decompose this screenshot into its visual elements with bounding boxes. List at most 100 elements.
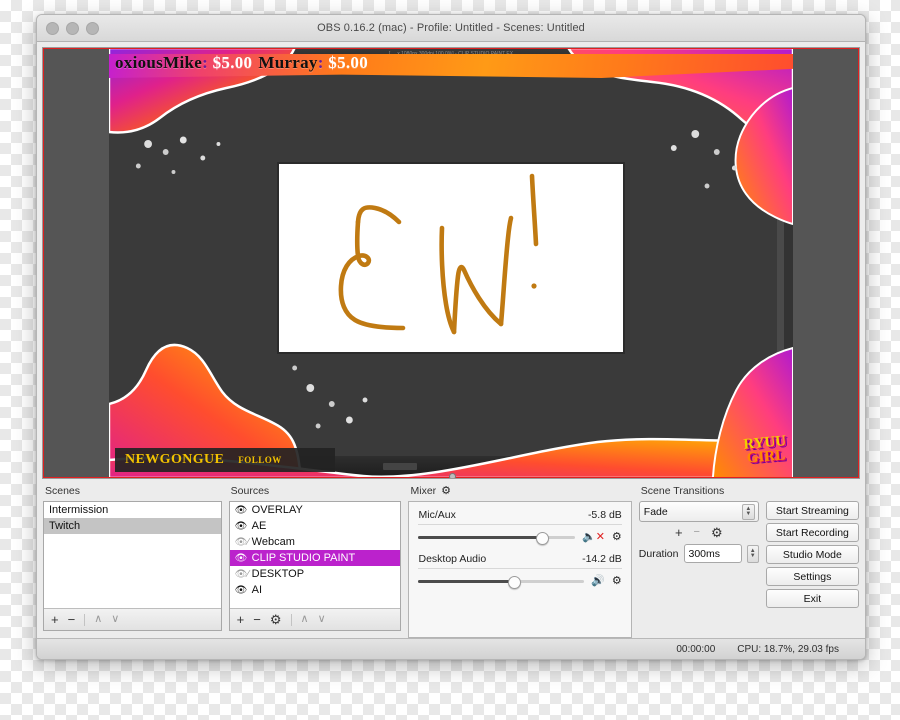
- mic-aux-gear-icon[interactable]: ⚙: [612, 532, 622, 543]
- eye-icon[interactable]: 👁: [235, 553, 248, 564]
- controls-panel: Start Streaming Start Recording Studio M…: [765, 485, 859, 608]
- mixer-channel-mic-aux: Mic/Aux -5.8 dB 🔈✕ ⚙: [418, 509, 622, 545]
- desktop-audio-volume-slider[interactable]: [418, 576, 585, 589]
- channel-level: -5.8 dB: [587, 509, 622, 521]
- eye-icon[interactable]: 👁: [235, 521, 248, 532]
- ticker-colon-one: :: [202, 53, 209, 72]
- window-controls[interactable]: [37, 21, 99, 35]
- duration-stepper[interactable]: ▲ ▼: [746, 544, 759, 563]
- add-scene-button[interactable]: +: [51, 613, 59, 626]
- lower-third-banner: NEWGONGUE FOLLOW: [115, 448, 335, 472]
- transition-selected-value: Fade: [643, 505, 668, 518]
- desktop-audio-speaker-icon[interactable]: 🔊: [591, 576, 605, 587]
- transition-select[interactable]: Fade ▲ ▼: [638, 501, 759, 522]
- scenes-list[interactable]: Intermission Twitch: [44, 502, 221, 608]
- donation-ticker: oxiousMike: $5.00 Murray: $5.00: [109, 48, 793, 78]
- stream-output-stage: [ ... x 1080px 300dpi 100.0%] - CLIP STU…: [109, 48, 793, 478]
- scene-label: Intermission: [49, 504, 109, 516]
- scene-item-intermission[interactable]: Intermission: [44, 502, 221, 518]
- remove-transition-button[interactable]: −: [694, 527, 700, 538]
- logo-line-two: GIRL: [746, 447, 786, 467]
- scenes-listbox[interactable]: Intermission Twitch + − ∧ ∨: [43, 501, 222, 631]
- start-streaming-button[interactable]: Start Streaming: [765, 501, 859, 520]
- eye-off-icon[interactable]: 👁∕: [235, 569, 249, 580]
- settings-button[interactable]: Settings: [765, 567, 859, 586]
- letterbox-right: [793, 48, 859, 478]
- eye-off-icon[interactable]: 👁∕: [235, 537, 249, 548]
- mixer-title-row: Mixer ⚙: [410, 485, 631, 497]
- source-item-desktop[interactable]: 👁∕ DESKTOP: [230, 566, 401, 582]
- sources-toolbar[interactable]: + − ⚙ ∧ ∨: [229, 608, 401, 630]
- dock-panels: Scenes Intermission Twitch + − ∧ ∨ Sourc…: [37, 479, 865, 638]
- chevron-updown-icon[interactable]: ▲ ▼: [741, 504, 755, 520]
- source-label: AI: [251, 584, 263, 596]
- move-scene-down-button[interactable]: ∨: [111, 614, 119, 625]
- ticker-amount-two: $5.00: [328, 53, 369, 72]
- duration-row: Duration 300ms ▲ ▼: [639, 544, 759, 563]
- source-label: DESKTOP: [251, 568, 305, 580]
- source-label: Webcam: [251, 536, 295, 548]
- resize-handle-bottom-center[interactable]: [449, 473, 456, 478]
- studio-mode-button[interactable]: Studio Mode: [765, 545, 859, 564]
- mixer-channel-controls: 🔊 ⚙: [418, 576, 622, 589]
- drawing-ew: [338, 173, 539, 335]
- channel-name: Desktop Audio: [418, 553, 487, 565]
- source-properties-gear-icon[interactable]: ⚙: [270, 613, 282, 626]
- add-transition-button[interactable]: +: [675, 526, 683, 539]
- scene-item-twitch[interactable]: Twitch: [44, 518, 221, 534]
- scenes-toolbar[interactable]: + − ∧ ∨: [44, 608, 221, 630]
- mixer-settings-gear-icon[interactable]: ⚙: [441, 485, 451, 497]
- follow-label: FOLLOW: [238, 455, 282, 465]
- preview-canvas[interactable]: [ ... x 1080px 300dpi 100.0%] - CLIP STU…: [42, 47, 860, 479]
- remove-scene-button[interactable]: −: [68, 613, 76, 626]
- duration-label: Duration: [638, 547, 679, 560]
- close-button[interactable]: [46, 21, 59, 35]
- title-bar: OBS 0.16.2 (mac) - Profile: Untitled - S…: [37, 15, 865, 42]
- eye-icon[interactable]: 👁: [235, 585, 248, 596]
- remove-source-button[interactable]: −: [253, 613, 261, 626]
- sources-panel: Sources 👁 OVERLAY 👁 AE 👁∕ Webcam 👁 CLIP …: [228, 485, 402, 631]
- scenes-title: Scenes: [45, 485, 81, 497]
- source-item-ai[interactable]: 👁 AI: [230, 582, 401, 598]
- source-item-ae[interactable]: 👁 AE: [230, 518, 401, 534]
- performance-stats: CPU: 18.7%, 29.03 fps: [737, 643, 839, 655]
- transitions-toolbar[interactable]: + − ⚙: [639, 526, 759, 539]
- source-label: OVERLAY: [251, 504, 303, 516]
- ticker-amount-one: $5.00: [212, 53, 253, 72]
- sources-listbox[interactable]: 👁 OVERLAY 👁 AE 👁∕ Webcam 👁 CLIP STUDIO P…: [228, 501, 402, 631]
- start-recording-button[interactable]: Start Recording: [765, 523, 859, 542]
- zoom-button[interactable]: [86, 21, 99, 35]
- transition-properties-gear-icon[interactable]: ⚙: [711, 526, 723, 539]
- captured-app-scrollbar: [777, 60, 784, 456]
- obs-window: OBS 0.16.2 (mac) - Profile: Untitled - S…: [36, 14, 866, 660]
- add-source-button[interactable]: +: [237, 613, 245, 626]
- ticker-entry-one: oxiousMike: $5.00: [109, 53, 252, 73]
- desktop-audio-gear-icon[interactable]: ⚙: [612, 576, 622, 587]
- mic-aux-mute-icon[interactable]: 🔈✕: [582, 532, 605, 543]
- mixer-panel: Mixer ⚙ Mic/Aux -5.8 dB 🔈✕ ⚙ Desktop Aud…: [408, 485, 632, 638]
- mixer-channel-desktop-audio: Desktop Audio -14.2 dB 🔊 ⚙: [418, 553, 622, 589]
- move-source-up-button[interactable]: ∧: [301, 614, 309, 625]
- mic-aux-volume-slider[interactable]: [418, 532, 575, 545]
- mixer-channel-header: Desktop Audio -14.2 dB: [418, 553, 622, 569]
- drawing-canvas: [277, 162, 625, 354]
- scene-transitions-panel: Scene Transitions Fade ▲ ▼ + − ⚙ Duration…: [638, 485, 759, 563]
- duration-input[interactable]: 300ms: [683, 544, 742, 563]
- move-source-down-button[interactable]: ∨: [318, 614, 326, 625]
- channel-level: -14.2 dB: [582, 553, 622, 565]
- source-item-webcam[interactable]: 👁∕ Webcam: [230, 534, 401, 550]
- mixer-channel-header: Mic/Aux -5.8 dB: [418, 509, 622, 525]
- streamer-name: NEWGONGUE: [125, 452, 225, 467]
- move-scene-up-button[interactable]: ∧: [94, 614, 102, 625]
- ticker-name-one: oxiousMike: [115, 53, 203, 72]
- source-item-clip-studio-paint[interactable]: 👁 CLIP STUDIO PAINT: [229, 550, 401, 566]
- sources-list[interactable]: 👁 OVERLAY 👁 AE 👁∕ Webcam 👁 CLIP STUDIO P…: [229, 502, 401, 608]
- minimize-button[interactable]: [66, 21, 79, 35]
- source-item-overlay[interactable]: 👁 OVERLAY: [230, 502, 401, 518]
- captured-app-body: [109, 60, 793, 456]
- ticker-colon-two: :: [317, 53, 324, 72]
- captured-app-sidebar: [784, 60, 793, 456]
- exit-button[interactable]: Exit: [765, 589, 859, 608]
- scenes-panel: Scenes Intermission Twitch + − ∧ ∨: [43, 485, 222, 631]
- eye-icon[interactable]: 👁: [235, 505, 248, 516]
